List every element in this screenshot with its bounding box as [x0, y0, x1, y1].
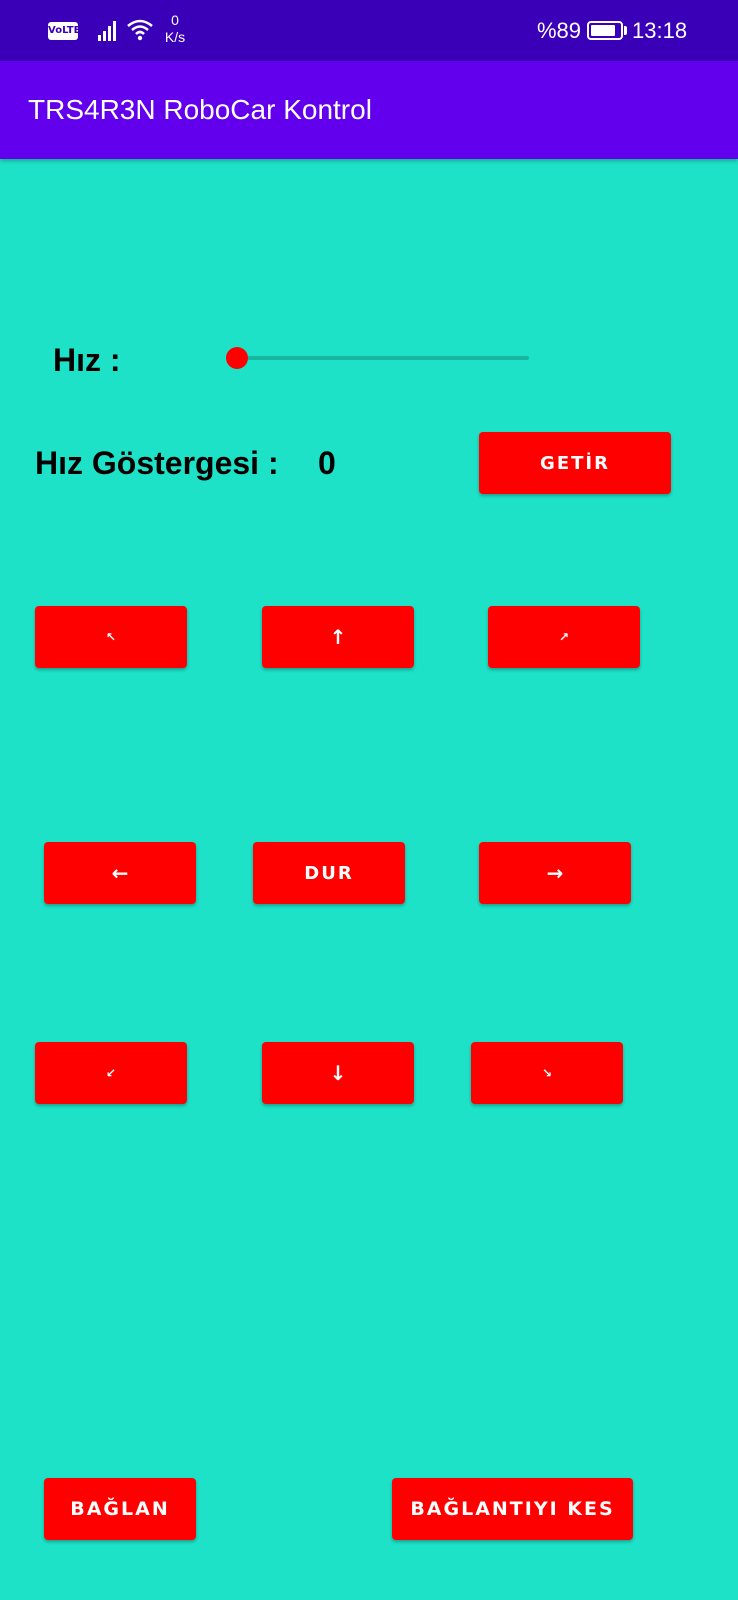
up-right-button[interactable]: ↗: [488, 606, 640, 668]
left-button[interactable]: ←: [44, 842, 196, 904]
network-speed: 0 K/s: [160, 12, 190, 46]
app-bar: TRS4R3N RoboCar Kontrol: [0, 61, 738, 159]
battery-fill: [591, 25, 616, 36]
slider-thumb[interactable]: [226, 347, 248, 369]
down-button[interactable]: ↓: [262, 1042, 414, 1104]
up-button[interactable]: ↑: [262, 606, 414, 668]
right-button[interactable]: →: [479, 842, 631, 904]
clock: 13:18: [632, 18, 688, 43]
speed-label: Hız :: [53, 342, 121, 378]
network-speed-unit: K/s: [164, 29, 186, 45]
app-title: TRS4R3N RoboCar Kontrol: [28, 94, 372, 125]
network-speed-value: 0: [171, 12, 179, 28]
signal-strength-icon: [98, 21, 116, 41]
down-right-button[interactable]: ↘: [471, 1042, 623, 1104]
volte-icon: VoLTE: [48, 22, 80, 40]
battery-icon: [587, 21, 623, 40]
disconnect-button[interactable]: BAĞLANTIYI KES: [392, 1478, 633, 1540]
speed-slider[interactable]: [226, 345, 529, 371]
connect-button[interactable]: BAĞLAN: [44, 1478, 196, 1540]
status-bar: VoLTE 0 K/s %89 13:18: [0, 0, 738, 61]
battery-percentage: %89: [537, 18, 582, 43]
up-left-button[interactable]: ↖: [35, 606, 187, 668]
fetch-button[interactable]: GETİR: [479, 432, 671, 494]
speed-gauge-label: Hız Göstergesi :: [35, 445, 279, 481]
wifi-icon: [127, 19, 153, 41]
slider-track: [237, 356, 529, 360]
down-left-button[interactable]: ↙: [35, 1042, 187, 1104]
stop-button[interactable]: DUR: [253, 842, 405, 904]
speed-gauge-value: 0: [318, 445, 336, 481]
battery-tip: [624, 26, 627, 35]
